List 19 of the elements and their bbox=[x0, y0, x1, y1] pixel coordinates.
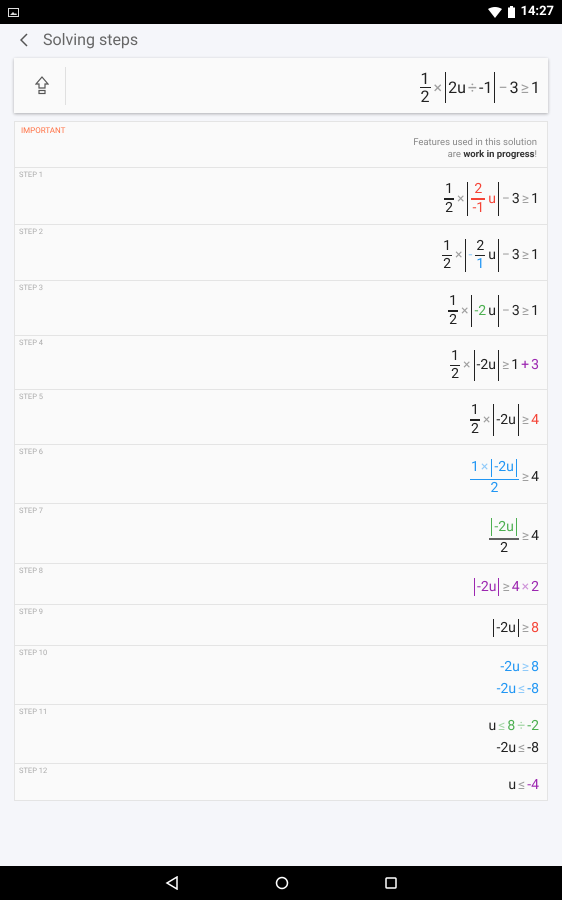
page-title: Solving steps bbox=[43, 28, 138, 50]
equation: -2u≥8 bbox=[499, 658, 540, 674]
equation: u≤-4 bbox=[507, 776, 540, 792]
battery-icon bbox=[508, 6, 514, 18]
equation: -2u ≥8 bbox=[491, 618, 540, 638]
wifi-icon bbox=[488, 6, 502, 18]
notice-label: IMPORTANT bbox=[21, 125, 66, 137]
back-nav-icon[interactable] bbox=[165, 876, 179, 890]
image-icon bbox=[8, 8, 19, 16]
equation: -2u ≥4×2 bbox=[472, 576, 540, 596]
notice-text: Features used in this solution are work in progress! bbox=[413, 137, 538, 161]
equation: -2u≤-8 bbox=[496, 740, 540, 756]
equation: -2u≤-8 bbox=[496, 680, 540, 696]
clock-time: 14:27 bbox=[520, 3, 554, 22]
recents-nav-icon[interactable] bbox=[385, 877, 397, 889]
equation: u≤8÷-2 bbox=[488, 718, 540, 734]
home-nav-icon[interactable] bbox=[275, 876, 289, 890]
back-icon[interactable] bbox=[20, 32, 28, 46]
keyboard-toggle-icon[interactable] bbox=[35, 76, 49, 95]
